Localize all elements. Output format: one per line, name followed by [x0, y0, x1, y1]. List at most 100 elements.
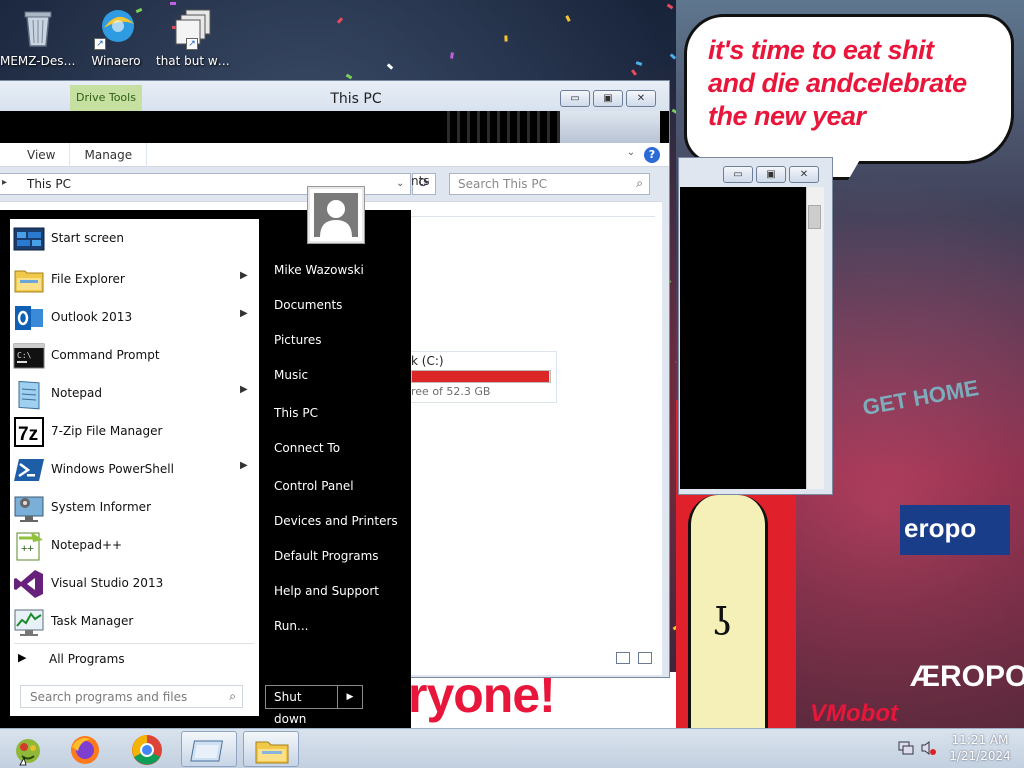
bubble-line: the new year — [708, 101, 866, 131]
confetti-piece — [631, 69, 637, 76]
drive-usage-fill — [412, 371, 549, 382]
confetti-piece — [666, 3, 674, 10]
vertical-scrollbar[interactable] — [806, 187, 824, 489]
volume-muted-icon[interactable] — [920, 740, 936, 756]
svg-text:++: ++ — [21, 543, 34, 555]
clock-time: 11:21 AM — [951, 733, 1009, 747]
taskbar-explorer[interactable] — [243, 731, 299, 767]
submenu-arrow-icon: ▶ — [240, 460, 248, 471]
start-menu-item-label: Notepad++ — [51, 538, 123, 552]
start-menu-link[interactable]: This PC — [266, 401, 406, 425]
search-placeholder: Search This PC — [458, 177, 547, 191]
powershell-icon — [13, 454, 45, 486]
start-menu-divider — [14, 643, 254, 644]
start-menu-item[interactable]: 7z 7-Zip File Manager — [10, 413, 259, 451]
close-button[interactable]: ✕ — [789, 166, 819, 183]
ribbon-tabs: View Manage — [0, 143, 669, 167]
submenu-arrow-icon: ▶ — [240, 384, 248, 395]
start-menu-item[interactable]: File Explorer ▶ — [10, 261, 259, 299]
start-menu-link[interactable]: Pictures — [266, 328, 406, 352]
shortcut-arrow-icon: ↗ — [186, 38, 198, 50]
details-view-icon[interactable] — [616, 652, 630, 664]
desktop-icon-label: Winaero — [91, 54, 141, 68]
search-icon: ⌕ — [636, 176, 643, 190]
start-menu-link[interactable]: Help and Support — [266, 579, 406, 603]
start-menu-item[interactable]: C:\ Command Prompt — [10, 337, 259, 375]
start-search-placeholder: Search programs and files — [30, 690, 188, 704]
desktop-icon-stack-shortcut[interactable]: ↗ that but when — [156, 6, 232, 68]
all-programs-button[interactable]: ▶ All Programs — [10, 646, 259, 672]
winaero-icon: ↗ — [94, 6, 138, 50]
maximize-button[interactable]: ▣ — [756, 166, 786, 183]
start-menu-item[interactable]: Task Manager — [10, 603, 259, 641]
start-menu-item-label: 7-Zip File Manager — [51, 424, 163, 438]
window-controls: ▭ ▣ ✕ — [560, 90, 656, 107]
start-menu-link[interactable]: Documents — [266, 293, 406, 317]
window-controls: ▭ ▣ ✕ — [723, 166, 819, 183]
close-button[interactable]: ✕ — [626, 90, 656, 107]
minimize-button[interactable]: ▭ — [560, 90, 590, 107]
help-button[interactable]: ? — [644, 147, 660, 163]
start-menu-item[interactable]: Start screen — [10, 220, 259, 258]
chevron-down-icon[interactable]: ⌄ — [624, 147, 638, 161]
start-menu-item[interactable]: Notepad ▶ — [10, 375, 259, 413]
start-menu-item[interactable]: Windows PowerShell ▶ — [10, 451, 259, 489]
confetti-piece — [635, 61, 643, 66]
clock-date: 1/21/2024 — [949, 749, 1011, 763]
start-search-input[interactable]: Search programs and files ⌕ — [20, 685, 243, 708]
start-menu-item-label: Start screen — [51, 231, 125, 245]
glitch-artifact — [440, 111, 560, 143]
minimize-button[interactable]: ▭ — [723, 166, 753, 183]
start-menu-link[interactable]: Mike Wazowski — [266, 258, 406, 282]
start-menu-item[interactable]: Outlook 2013 ▶ — [10, 299, 259, 337]
taskbar-chrome[interactable] — [120, 731, 176, 767]
svg-text:7z: 7z — [18, 424, 38, 445]
network-icon[interactable] — [898, 740, 914, 756]
start-menu-item-label: System Informer — [51, 500, 152, 514]
start-menu-item-label: Notepad — [51, 386, 102, 400]
start-menu-item[interactable]: ++ Notepad++ — [10, 527, 259, 565]
shutdown-button[interactable]: Shut down — [265, 685, 338, 726]
speech-bubble-text: it's time to eat shit and die andcelebra… — [708, 34, 1008, 133]
start-menu-item-label: Windows PowerShell — [51, 462, 174, 476]
desktop-icon-recycle-bin[interactable]: MEMZ-Dest... — [0, 6, 76, 68]
confetti-piece — [450, 52, 454, 59]
start-menu-link[interactable]: Default Programs — [266, 544, 406, 568]
chevron-right-icon[interactable]: ▸ — [2, 177, 7, 188]
shutdown-options-button[interactable]: ▶ — [338, 685, 363, 709]
search-input[interactable]: Search This PC ⌕ — [449, 173, 650, 195]
meme-mark: ʖ — [712, 600, 733, 644]
start-orb[interactable] — [2, 731, 58, 767]
tab-manage[interactable]: Manage — [70, 143, 148, 167]
start-menu-link[interactable]: Connect To — [266, 436, 406, 460]
secondary-window-content — [680, 187, 808, 489]
drive-name: k (C:) — [411, 354, 444, 368]
drive-free-space: ree of 52.3 GB — [411, 385, 491, 398]
scrollbar-thumb[interactable] — [808, 205, 821, 229]
start-menu-link[interactable]: Music — [266, 363, 406, 387]
folder-icon — [255, 741, 289, 764]
start-menu-link[interactable]: Devices and Printers — [266, 509, 406, 533]
address-dropdown-icon[interactable]: ⌄ — [396, 178, 404, 189]
view-switcher — [616, 652, 652, 664]
meme-credit: VMobot — [810, 700, 898, 727]
start-menu-link[interactable]: Control Panel — [266, 474, 406, 498]
tab-view[interactable]: View — [0, 143, 71, 167]
start-menu-link[interactable]: Run... — [266, 614, 406, 638]
taskbar-window[interactable] — [181, 731, 237, 767]
submenu-arrow-icon: ▶ — [240, 270, 248, 281]
taskbar-clock[interactable]: 11:21 AM 1/21/2024 — [940, 732, 1020, 764]
large-icons-view-icon[interactable] — [638, 652, 652, 664]
taskbar-firefox[interactable] — [58, 731, 114, 767]
maximize-button[interactable]: ▣ — [593, 90, 623, 107]
system-informer-icon — [13, 492, 45, 524]
start-orb-icon — [16, 739, 40, 766]
start-menu-item[interactable]: Visual Studio 2013 — [10, 565, 259, 603]
address-text: This PC — [27, 177, 71, 191]
user-avatar[interactable] — [308, 187, 364, 243]
desktop-icon-winaero[interactable]: ↗ Winaero — [78, 6, 154, 68]
bubble-line: it's time to eat shit — [708, 35, 934, 65]
confetti-piece — [345, 73, 353, 80]
start-menu-item[interactable]: System Informer — [10, 489, 259, 527]
confetti-piece — [565, 15, 571, 22]
